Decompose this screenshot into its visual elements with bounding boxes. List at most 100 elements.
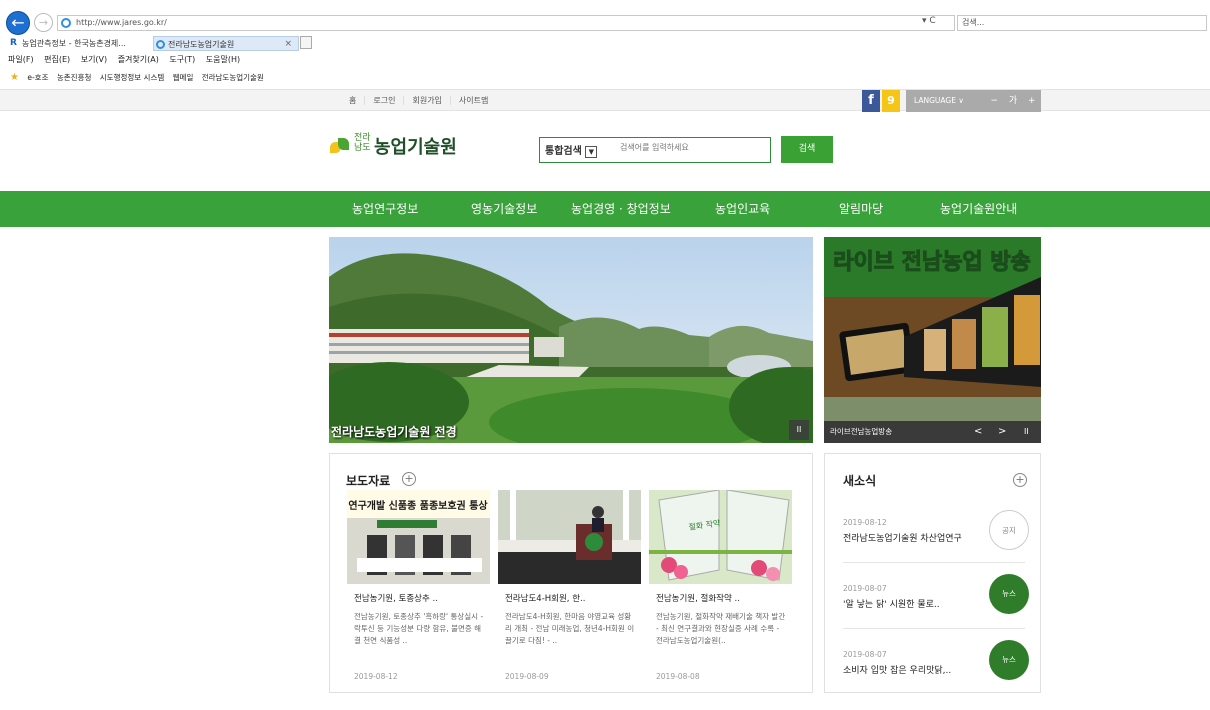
news-text: '알 낳는 닭' 시원한 물로.. <box>843 600 940 610</box>
live-broadcast-image: 라이브 전남농업 방송 <box>824 237 1041 443</box>
home-link[interactable]: 홈 <box>341 96 366 105</box>
news-item[interactable]: 2019-08-12 전라남도농업기술원 차산업연구 공지 <box>843 510 1029 578</box>
press-card-desc: 전라남도4-H회원, 한마음 야영교육 성황리 개최 - 전남 미래농업, 청년… <box>505 612 635 645</box>
sitemap-link[interactable]: 사이트맵 <box>451 96 496 105</box>
browser-address-row: ← → http://www.jares.go.kr/ ▾ C 검색... <box>0 0 1210 35</box>
press-photo-lettuce: 연구개발 신품종 품종보호권 통상 <box>347 490 490 584</box>
logo-leaf-icon <box>330 138 350 154</box>
back-arrow-icon[interactable]: ← <box>6 11 30 35</box>
main-visual-slide[interactable]: 전라남도농업기술원 전경 II <box>329 237 813 443</box>
favorites-bar: ★ e-호조 농촌진흥청 시도행정정보 시스템 웹메일 전라남도농업기술원 <box>10 72 270 86</box>
tab-close-icon[interactable]: × <box>284 37 292 52</box>
font-size-label: 가 <box>1008 96 1018 106</box>
news-item[interactable]: 2019-08-07 '알 낳는 닭' 시원한 물로.. 뉴스 <box>843 574 1029 644</box>
press-card-title: 전라남도4-H회원, 한.. <box>505 594 586 604</box>
font-decrease-button[interactable]: − <box>990 90 998 112</box>
refresh-icon[interactable]: ▾ C <box>922 16 936 26</box>
press-card-title: 전남농기원, 토종상추 .. <box>354 594 438 604</box>
press-card-title: 전남농기원, 절화작약 .. <box>656 594 740 604</box>
site-logo[interactable]: 전라남도 농업기술원 <box>330 133 480 173</box>
tab-nongup-gwancheuk[interactable]: R 농업관측정보 - 한국농촌경제... <box>8 36 148 51</box>
live-broadcast-banner[interactable]: 라이브 전남농업 방송 라이브전남농업방송 < > II <box>824 237 1041 443</box>
search-category-select[interactable]: 통합검색 ▼ <box>545 142 598 158</box>
live-prev-icon[interactable]: < <box>974 421 982 443</box>
press-card-desc: 전남농기원, 토종상추 '흑하랑' 통상실시 - 락투신 등 기능성분 다량 함… <box>354 612 484 645</box>
news-item[interactable]: 2019-08-07 소비자 입맛 잡은 우리맛닭,.. 뉴스 <box>843 640 1029 710</box>
login-link[interactable]: 로그인 <box>365 96 405 105</box>
font-increase-button[interactable]: + <box>1028 90 1036 112</box>
menu-favorites[interactable]: 즐겨찾기(A) <box>118 55 159 64</box>
news-divider <box>843 562 1025 563</box>
signup-link[interactable]: 회원가입 <box>404 96 451 105</box>
press-card-desc: 전남농기원, 절화작약 재배기술 책자 발간 - 최신 연구결과와 현장실증 사… <box>656 612 786 645</box>
ie-favicon-icon <box>156 40 165 49</box>
favorite-admin-system[interactable]: 시도행정정보 시스템 <box>100 73 164 82</box>
press-release-section: 보도자료 + 연구개발 신품종 품종보호권 통상 전남농기원, 토종상추 .. … <box>329 453 813 693</box>
tab-title: 농업관측정보 - 한국농촌경제... <box>22 39 126 48</box>
main-navigation: 농업연구정보 영농기술정보 농업경영 · 창업정보 농업인교육 알림마당 농업기… <box>0 191 1210 227</box>
site-search-box: 통합검색 ▼ <box>539 137 771 163</box>
krei-favicon-icon: R <box>10 38 17 48</box>
tab-title: 전라남도농업기술원 <box>168 40 235 49</box>
favorites-star-icon[interactable]: ★ <box>10 72 19 83</box>
news-more-icon[interactable]: + <box>1013 473 1027 487</box>
menu-file[interactable]: 파일(F) <box>8 55 34 64</box>
nav-farmer-education[interactable]: 농업인교육 <box>715 191 770 227</box>
language-select[interactable]: LANGUAGE ∨ <box>906 90 985 112</box>
menu-tools[interactable]: 도구(T) <box>169 55 195 64</box>
favorite-webmail[interactable]: 웹메일 <box>173 73 194 82</box>
address-bar[interactable]: http://www.jares.go.kr/ <box>57 15 955 31</box>
site-utility-bar: 홈 로그인 회원가입 사이트맵 f 9 LANGUAGE ∨ − 가 + <box>0 89 1210 112</box>
menu-edit[interactable]: 편집(E) <box>44 55 70 64</box>
new-tab-button[interactable] <box>300 36 312 49</box>
news-text: 전라남도농업기술원 차산업연구 <box>843 534 962 544</box>
nav-management-startup[interactable]: 농업경영 · 창업정보 <box>571 191 671 227</box>
nav-farming-tech[interactable]: 영농기술정보 <box>471 191 537 227</box>
chevron-down-icon: ▼ <box>585 146 598 158</box>
press-thumbnail: 절화 작약 <box>649 490 792 584</box>
press-more-icon[interactable]: + <box>402 472 416 486</box>
press-photo-peony: 절화 작약 <box>649 490 792 584</box>
press-thumbnail <box>498 490 641 584</box>
news-date: 2019-08-07 <box>843 650 887 659</box>
search-category-label: 통합검색 <box>545 146 582 157</box>
live-broadcast-label: 라이브전남농업방송 <box>830 427 893 436</box>
logo-title: 농업기술원 <box>374 137 457 158</box>
facebook-icon[interactable]: f <box>862 90 880 112</box>
live-pause-icon[interactable]: II <box>1024 421 1029 443</box>
ie-page-icon <box>61 18 71 28</box>
live-next-icon[interactable]: > <box>998 421 1006 443</box>
press-card-date: 2019-08-08 <box>656 672 700 681</box>
favorite-jares[interactable]: 전라남도농업기술원 <box>202 73 264 82</box>
favorite-ehojo[interactable]: e-호조 <box>27 73 48 82</box>
press-thumb-text: 연구개발 신품종 품종보호권 통상 <box>348 499 488 512</box>
press-card-date: 2019-08-09 <box>505 672 549 681</box>
kakao-story-icon[interactable]: 9 <box>882 90 900 112</box>
browser-menu-bar: 파일(F) 편집(E) 보기(V) 즐겨찾기(A) 도구(T) 도움말(H) <box>8 54 248 68</box>
news-badge-notice: 공지 <box>989 510 1029 550</box>
news-badge-news: 뉴스 <box>989 574 1029 614</box>
live-banner-title: 라이브 전남농업 방송 <box>833 250 1030 275</box>
forward-arrow-icon[interactable]: → <box>34 13 53 32</box>
favorite-rda[interactable]: 농촌진흥청 <box>57 73 92 82</box>
search-button[interactable]: 검색 <box>781 136 833 163</box>
menu-help[interactable]: 도움말(H) <box>206 55 240 64</box>
tab-jeonnam-ares[interactable]: 전라남도농업기술원 × <box>153 36 299 51</box>
press-card[interactable]: 전라남도4-H회원, 한.. 전라남도4-H회원, 한마음 야영교육 성황리 개… <box>498 490 641 681</box>
browser-search-input[interactable]: 검색... <box>957 15 1207 31</box>
search-input[interactable] <box>620 143 765 152</box>
press-card-date: 2019-08-12 <box>354 672 398 681</box>
press-section-title: 보도자료 <box>346 474 391 488</box>
news-section: 새소식 + 2019-08-12 전라남도농업기술원 차산업연구 공지 2019… <box>824 453 1041 693</box>
press-card[interactable]: 절화 작약 전남농기원, 절화작약 .. 전남농기원, 절화작약 재배기술 책자… <box>649 490 792 681</box>
font-size-controls: − 가 + <box>985 90 1041 112</box>
address-url: http://www.jares.go.kr/ <box>76 18 167 27</box>
nav-about[interactable]: 농업기술원안내 <box>940 191 1017 227</box>
nav-research-info[interactable]: 농업연구정보 <box>352 191 418 227</box>
press-card[interactable]: 연구개발 신품종 품종보호권 통상 전남농기원, 토종상추 .. 전남농기원, … <box>347 490 490 681</box>
main-visual-pause-icon[interactable]: II <box>789 420 809 440</box>
menu-view[interactable]: 보기(V) <box>81 55 107 64</box>
nav-notices[interactable]: 알림마당 <box>839 191 883 227</box>
main-visual-caption: 전라남도농업기술원 전경 <box>331 425 457 439</box>
news-date: 2019-08-07 <box>843 584 887 593</box>
